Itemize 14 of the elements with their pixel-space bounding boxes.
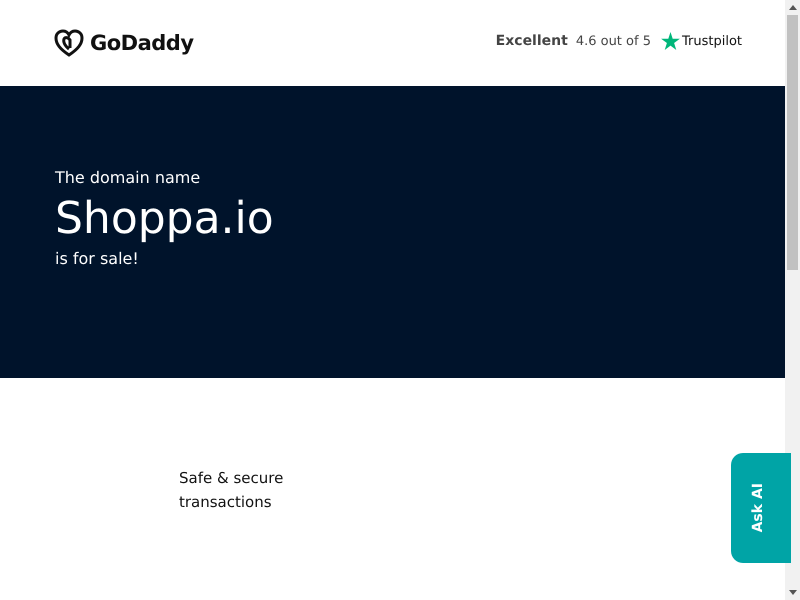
rating-label: Excellent [496, 33, 568, 49]
rating-score: 4.6 out of 5 [576, 34, 651, 48]
scroll-down-icon[interactable] [788, 590, 796, 595]
feature-text: Safe & secure transactions [179, 468, 284, 513]
logo-text[interactable]: GoDaddy [90, 31, 194, 55]
hero-outro: is for sale! [55, 249, 140, 268]
domain-name: Shoppa.io [55, 195, 275, 244]
heart-logo-icon [54, 29, 84, 57]
trustpilot-label[interactable]: Trustpilot [682, 34, 742, 48]
scroll-up-icon[interactable] [788, 5, 796, 10]
star-icon [660, 32, 680, 50]
scrollbar[interactable] [785, 0, 800, 600]
hero-intro: The domain name [55, 168, 202, 187]
scrollbar-thumb[interactable] [787, 15, 798, 270]
